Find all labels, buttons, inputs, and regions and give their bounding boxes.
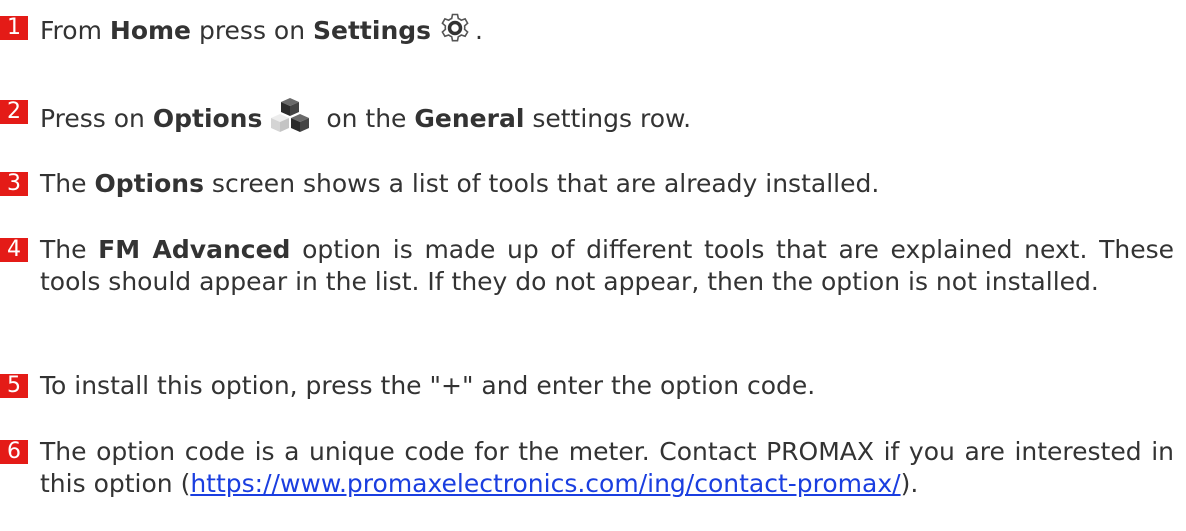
contact-promax-link[interactable]: https://www.promaxelectronics.com/ing/co… <box>190 469 900 498</box>
step-1: 1 From Home press on Settings . <box>0 12 1174 52</box>
step-5: 5 To install this option, press the "+" … <box>0 370 1174 402</box>
step-3: 3 The Options screen shows a list of too… <box>0 168 1174 200</box>
step-number-badge: 1 <box>0 16 28 40</box>
step-number-badge: 5 <box>0 374 28 398</box>
step-text: The FM Advanced option is made up of dif… <box>40 235 1174 296</box>
step-text: From Home press on Settings . <box>40 12 1174 52</box>
step-number-badge: 2 <box>0 100 28 124</box>
gear-icon <box>439 12 471 52</box>
step-6: 6 The option code is a unique code for t… <box>0 436 1174 500</box>
step-text: The Options screen shows a list of tools… <box>40 169 880 198</box>
step-2: 2 Press on Options on the General settin… <box>0 96 1174 144</box>
step-number-badge: 3 <box>0 172 28 196</box>
step-text: To install this option, press the "+" an… <box>40 371 816 400</box>
step-4: 4 The FM Advanced option is made up of d… <box>0 234 1174 298</box>
step-text: The option code is a unique code for the… <box>40 437 1174 498</box>
step-number-badge: 6 <box>0 440 28 464</box>
step-number-badge: 4 <box>0 238 28 262</box>
cubes-icon <box>270 96 314 144</box>
step-text: Press on Options on the General settings… <box>40 96 1174 144</box>
